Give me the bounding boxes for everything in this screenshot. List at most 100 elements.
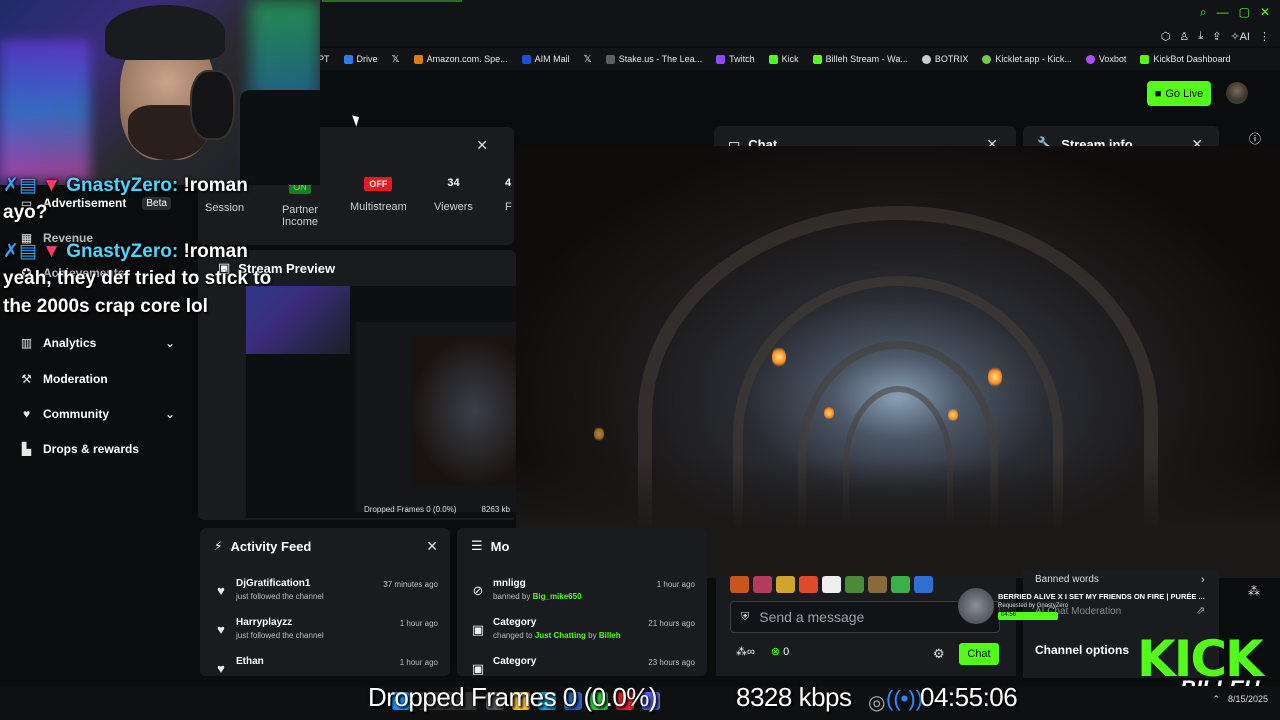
bookmark-item[interactable]: Amazon.com. Spe... [413, 54, 508, 64]
dropped-frames-readout: Dropped Frames 0 (0.0%) [368, 682, 658, 712]
viewers-stat: 34 Viewers [434, 177, 473, 213]
bookmark-item[interactable]: Stake.us - The Lea... [605, 54, 702, 64]
channel-options-item[interactable]: Channel options [1035, 643, 1129, 657]
avatar[interactable] [1226, 82, 1248, 104]
chat-send-button[interactable]: Chat [959, 643, 999, 665]
sub-badge-icon: ▼ [42, 175, 67, 196]
close-icon[interactable]: ✕ [426, 538, 438, 555]
bookmark-item[interactable]: Twitch [716, 54, 755, 64]
emote[interactable] [914, 576, 933, 593]
emote[interactable] [891, 576, 910, 593]
album-art [958, 588, 994, 624]
list-item: ♥ DjGratification1 just followed the chan… [214, 578, 438, 601]
torch [948, 408, 958, 422]
webcam-overlay [0, 0, 320, 185]
partner-income-stat: ON Partner Income [281, 180, 319, 228]
close-icon[interactable]: ✕ [476, 137, 488, 154]
torch [824, 406, 834, 420]
ban-icon: ⊘ [472, 583, 484, 598]
song-progress: 04:56 [998, 612, 1058, 620]
overlay-chat-line: yeah, they def tried to stick to [3, 268, 272, 289]
category-icon: ▣ [471, 622, 485, 637]
profile-icon[interactable]: ♙ [1179, 30, 1189, 43]
bookmark-item[interactable]: Billeh Stream - Wa... [812, 54, 908, 64]
gear-icon[interactable]: ⚙ [933, 646, 945, 662]
emote[interactable] [730, 576, 749, 593]
ai-icon[interactable]: ✧AI [1230, 30, 1250, 43]
chevron-right-icon[interactable]: › [1201, 574, 1205, 586]
list-item: ▣ Category 23 hours ago [471, 656, 695, 676]
emote[interactable] [845, 576, 864, 593]
amazon-icon [413, 54, 423, 64]
mod-badge-icon: ✗▤ [3, 175, 43, 196]
system-tray: ⌃ 8/15/2025 [1212, 694, 1268, 705]
voxbot-icon [1085, 54, 1095, 64]
sidebar-item-drops[interactable]: ▙ Drops & rewards [20, 442, 175, 456]
infinity-icon[interactable]: ⁂∞ [736, 645, 755, 658]
bookmark-item[interactable]: Kicklet.app - Kick... [982, 54, 1072, 64]
list-item: ♥ Harryplayzz just followed the channel 1… [214, 617, 438, 640]
share-icon[interactable]: ⁂ [1248, 584, 1260, 598]
emote[interactable] [776, 576, 795, 593]
aol-icon [521, 54, 531, 64]
bookmark-item[interactable]: AIM Mail [521, 54, 570, 64]
chevron-down-icon: ⌄ [164, 407, 175, 421]
kickbot-icon [1140, 54, 1150, 64]
sidebar-item-community[interactable]: ♥ Community ⌄ [20, 407, 175, 421]
bookmark-item[interactable]: KickBot Dashboard [1140, 54, 1230, 64]
torch [988, 366, 1002, 388]
headset-icon [190, 70, 235, 140]
go-live-button[interactable]: ■ Go Live [1147, 81, 1211, 106]
maximize-icon[interactable]: ▢ [1239, 5, 1250, 20]
overlay-chat-line: the 2000s crap core lol [3, 296, 208, 317]
kick-icon [812, 54, 822, 64]
points-icon: ⊗ [770, 646, 781, 658]
close-icon[interactable]: ✕ [1260, 5, 1270, 20]
extension-icon[interactable]: ⬡ [1161, 30, 1171, 43]
bookmark-item[interactable]: BOTRIX [921, 54, 968, 64]
chevron-down-icon: ⌄ [164, 336, 175, 350]
sidebar-item-analytics[interactable]: ▥ Analytics ⌄ [20, 336, 175, 350]
bookmark-item[interactable]: Voxbot [1085, 54, 1126, 64]
status-badge: OFF [364, 177, 393, 191]
kick-icon [768, 54, 778, 64]
bookmark-item[interactable]: Kick [768, 54, 799, 64]
kick-icon: ■ [1154, 87, 1162, 100]
search-icon[interactable]: ⌕ [1200, 5, 1207, 20]
twitch-icon [716, 54, 726, 64]
emote[interactable] [753, 576, 772, 593]
beta-badge: Beta [142, 196, 171, 210]
emote[interactable] [799, 576, 818, 593]
bookmark-item[interactable]: 𝕏 [584, 54, 592, 65]
stream-preview-video[interactable] [246, 286, 516, 518]
preview-game [411, 336, 516, 486]
emote[interactable] [868, 576, 887, 593]
heart-icon: ♥ [217, 583, 225, 598]
stopwatch-icon: ◎ [868, 692, 886, 714]
share-icon[interactable]: ⇪ [1212, 30, 1221, 43]
emote[interactable] [822, 576, 841, 593]
preview-webcam [246, 286, 350, 354]
bookmark-item[interactable]: Drive [343, 54, 378, 64]
x-icon: 𝕏 [583, 53, 592, 65]
chevron-up-icon[interactable]: ⌃ [1212, 694, 1220, 705]
menu-icon[interactable]: ⋮ [1259, 30, 1270, 43]
banned-words-item[interactable]: Banned words [1035, 574, 1099, 585]
kicklet-icon [982, 54, 992, 64]
torch [594, 426, 604, 442]
hammer-icon: ⚒ [21, 372, 32, 386]
heart-icon: ♥ [22, 407, 31, 421]
info-icon[interactable]: ⓘ [1249, 130, 1261, 147]
window-controls: ⌕ — ▢ ✕ [1200, 5, 1270, 20]
stake-icon [605, 54, 615, 64]
minimize-icon[interactable]: — [1217, 5, 1229, 20]
overlay-chat-line: ✗▤ ▼ GnastyZero: !roman [3, 175, 248, 196]
download-icon[interactable]: ⤓ [1198, 30, 1203, 43]
song-request-alert: BERRIED ALIVE X I SET MY FRIENDS ON FIRE… [958, 586, 1214, 626]
bookmark-item[interactable]: 𝕏 [392, 54, 400, 65]
botrix-icon [921, 54, 931, 64]
sidebar-item-moderation[interactable]: ⚒ Moderation [20, 372, 175, 386]
analytics-icon: ▥ [20, 336, 33, 350]
shield-icon: ⛨ [741, 610, 750, 623]
bitrate-readout: 8328 kbps [736, 682, 852, 712]
